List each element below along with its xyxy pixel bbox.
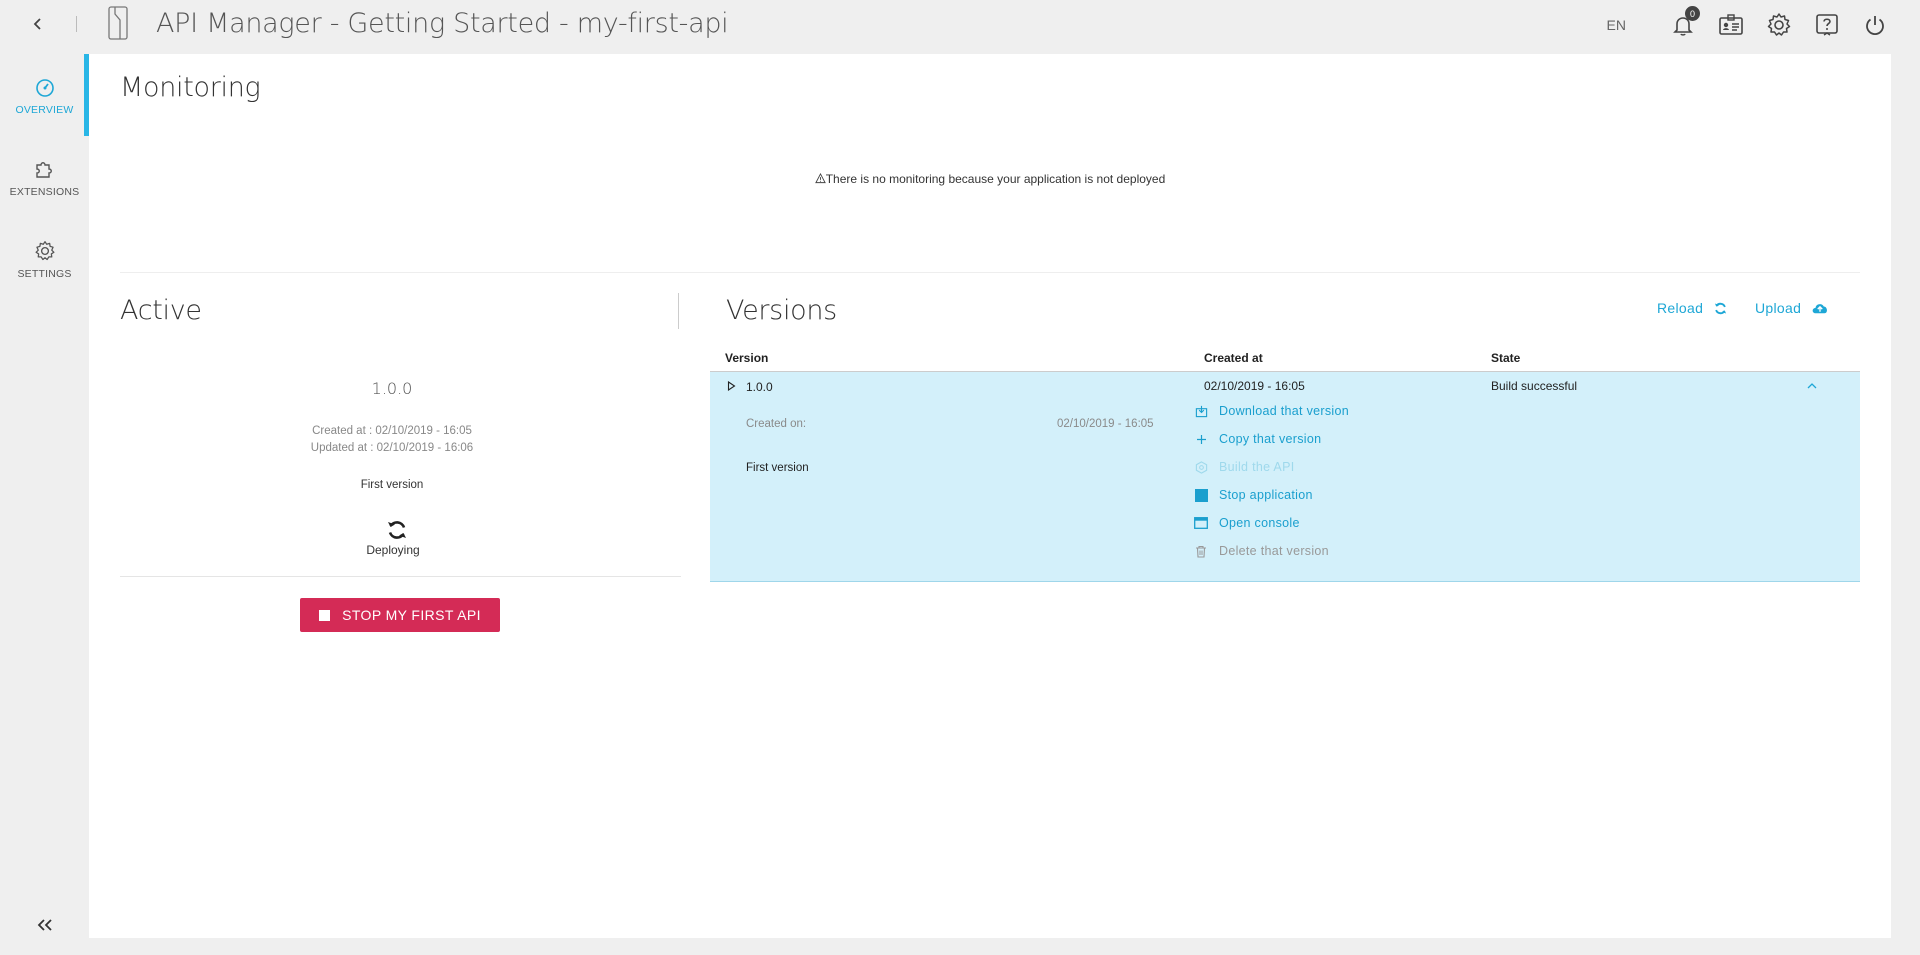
upload-button[interactable]: Upload (1755, 300, 1829, 316)
active-divider (120, 576, 681, 577)
delete-version-action[interactable]: Delete that version (1194, 544, 1329, 558)
active-version-dates: Created at : 02/10/2019 - 16:05 Updated … (120, 423, 664, 457)
stop-application-action[interactable]: Stop application (1194, 488, 1313, 502)
stop-application-label: Stop application (1219, 488, 1313, 502)
stop-icon (1194, 488, 1208, 502)
delete-version-label: Delete that version (1219, 544, 1329, 558)
language-selector[interactable]: EN (1607, 17, 1626, 33)
deploy-status: Deploying (366, 543, 420, 557)
reload-label: Reload (1657, 300, 1704, 316)
warning-icon (814, 172, 826, 184)
gear-icon (1767, 13, 1791, 36)
console-icon (1194, 516, 1208, 530)
sidebar-item-label: SETTINGS (17, 268, 72, 280)
help-button[interactable] (1812, 10, 1842, 40)
open-console-action[interactable]: Open console (1194, 516, 1300, 530)
created-at-text: Created at : 02/10/2019 - 16:05 (312, 425, 472, 437)
updated-at-text: Updated at : 02/10/2019 - 16:06 (310, 442, 474, 454)
header-divider (76, 16, 77, 32)
refresh-icon (388, 521, 406, 539)
section-divider (120, 272, 1860, 273)
build-api-action: Build the API (1194, 460, 1294, 474)
collapse-sidebar-button[interactable] (34, 914, 56, 936)
reload-button[interactable]: Reload (1657, 300, 1728, 316)
expand-triangle-icon[interactable] (727, 381, 736, 391)
download-icon (1194, 404, 1208, 418)
profile-card-button[interactable] (1716, 10, 1746, 40)
build-icon (1194, 460, 1208, 474)
column-header-version[interactable]: Version (725, 351, 768, 365)
stop-api-button-label: STOP MY FIRST API (342, 607, 481, 623)
trash-icon (1194, 544, 1208, 558)
upload-label: Upload (1755, 300, 1802, 316)
sidebar: OVERVIEW EXTENSIONS SETTINGS (0, 54, 89, 955)
column-divider (678, 293, 679, 329)
logout-button[interactable] (1860, 10, 1890, 40)
help-icon (1816, 14, 1838, 36)
main-panel: Monitoring There is no monitoring becaus… (89, 54, 1891, 938)
sidebar-item-overview[interactable]: OVERVIEW (0, 78, 89, 148)
sidebar-item-label: OVERVIEW (15, 104, 74, 116)
monitoring-message: There is no monitoring because your appl… (89, 172, 1891, 186)
download-version-label: Download that version (1219, 404, 1349, 418)
stop-api-button[interactable]: STOP MY FIRST API (300, 598, 500, 632)
active-version-description: First version (360, 479, 424, 491)
active-title: Active (120, 295, 202, 326)
refresh-icon (1715, 302, 1727, 314)
column-header-state[interactable]: State (1491, 351, 1520, 365)
version-description: First version (746, 462, 809, 474)
sidebar-item-label: EXTENSIONS (9, 186, 80, 198)
puzzle-icon (35, 162, 52, 178)
created-on-value: 02/10/2019 - 16:05 (1057, 418, 1154, 430)
notifications-button[interactable]: 0 (1668, 6, 1700, 40)
power-icon (1866, 16, 1884, 36)
gear-icon (34, 241, 55, 261)
copy-version-label: Copy that version (1219, 432, 1322, 446)
active-version-number: 1.0.0 (371, 379, 413, 398)
table-row[interactable]: 1.0.0 02/10/2019 - 16:05 Build successfu… (710, 372, 1860, 582)
dashboard-icon (35, 79, 54, 97)
notification-count-badge: 0 (1685, 6, 1700, 21)
top-bar: API Manager - Getting Started - my-first… (0, 0, 1920, 54)
sidebar-item-extensions[interactable]: EXTENSIONS (0, 158, 89, 228)
download-version-action[interactable]: Download that version (1194, 404, 1349, 418)
monitoring-title: Monitoring (120, 72, 261, 103)
column-header-created-at[interactable]: Created at (1204, 351, 1263, 365)
app-logo-icon (106, 4, 132, 42)
cloud-upload-icon (1812, 304, 1828, 314)
created-at-cell: 02/10/2019 - 16:05 (1204, 379, 1305, 393)
copy-version-action[interactable]: Copy that version (1194, 432, 1321, 446)
back-button[interactable] (26, 12, 50, 36)
page-title: API Manager - Getting Started - my-first… (156, 8, 729, 39)
version-cell: 1.0.0 (746, 380, 773, 394)
double-chevron-left-icon (37, 919, 52, 931)
state-cell: Build successful (1491, 379, 1578, 393)
monitoring-message-text: There is no monitoring because your appl… (825, 172, 1166, 186)
plus-icon (1194, 432, 1208, 446)
versions-title: Versions (726, 295, 837, 326)
created-on-label: Created on: (746, 418, 807, 430)
build-api-label: Build the API (1219, 460, 1295, 474)
sidebar-item-settings[interactable]: SETTINGS (0, 240, 89, 310)
settings-button[interactable] (1764, 10, 1794, 40)
header-actions: EN 0 (1607, 6, 1890, 40)
chevron-up-icon[interactable] (1807, 382, 1817, 389)
stop-icon (319, 609, 331, 621)
id-card-icon (1719, 14, 1743, 35)
chevron-left-icon (33, 18, 41, 30)
open-console-label: Open console (1219, 516, 1300, 530)
